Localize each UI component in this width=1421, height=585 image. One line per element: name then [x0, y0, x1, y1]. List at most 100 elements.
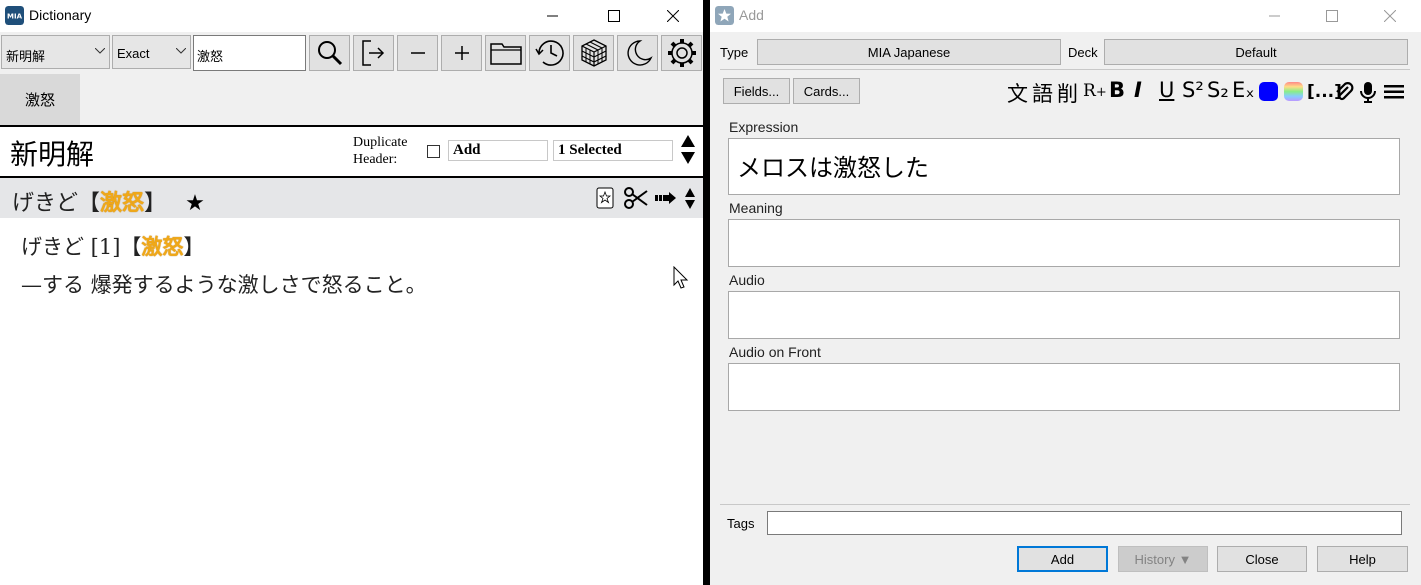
add-field[interactable]: Add	[448, 140, 548, 161]
dictionary-toolbar: 新明解 Exact 激怒	[0, 32, 703, 74]
entry-body-headline: げきど [1]【激怒】	[21, 228, 427, 266]
entry-body: げきど [1]【激怒】 —する 爆発するような激しさで怒ること。	[21, 228, 427, 304]
tool-reading-letter: R	[1083, 81, 1096, 101]
type-label: Type	[720, 45, 749, 60]
collapse-expand-arrows-icon[interactable]	[680, 135, 696, 165]
maximize-button[interactable]	[591, 0, 637, 32]
history-button[interactable]	[529, 35, 570, 71]
add-close-window-button[interactable]	[1367, 0, 1413, 32]
close-icon	[667, 10, 679, 22]
settings-button[interactable]	[661, 35, 702, 71]
dictionary-window: MIA Dictionary 新明解 Exact 激怒 激怒 新明解 Dupli…	[0, 0, 703, 585]
deck-label: Deck	[1068, 45, 1098, 60]
field-audio-on-front[interactable]	[728, 363, 1400, 411]
add-titlebar: Add	[710, 0, 1421, 32]
subscript-button[interactable]: S₂	[1207, 78, 1229, 102]
anki-cube-button[interactable]	[573, 35, 614, 71]
tool-delete[interactable]: 削	[1057, 78, 1078, 108]
bottom-separator	[720, 504, 1410, 505]
search-input-value: 激怒	[197, 50, 224, 65]
dictionary-header: 新明解 Duplicate Header: Add 1 Selected	[0, 125, 703, 178]
zoom-in-button[interactable]	[441, 35, 482, 71]
close-button[interactable]	[650, 0, 696, 32]
favorite-star-icon[interactable]: ★	[185, 191, 205, 216]
field-label-audio: Audio	[729, 272, 765, 288]
search-button[interactable]	[309, 35, 350, 71]
minimize-icon	[547, 15, 558, 17]
field-meaning[interactable]	[728, 219, 1400, 267]
add-window: Add Type MIA Japanese Deck Default Field…	[710, 0, 1421, 585]
window-divider	[703, 0, 710, 585]
close-icon	[1384, 10, 1396, 22]
entry-collapse-arrows-icon[interactable]	[684, 188, 696, 210]
tool-go[interactable]: 語	[1032, 78, 1053, 108]
maximize-icon	[1326, 10, 1338, 22]
tags-label: Tags	[727, 516, 755, 531]
moon-icon	[626, 40, 653, 66]
folder-button[interactable]	[485, 35, 526, 71]
history-dropdown-button[interactable]: History ▼	[1118, 546, 1208, 572]
top-separator	[720, 69, 1410, 70]
add-button[interactable]: Add	[1017, 546, 1108, 572]
clear-format-button[interactable]: Eₓ	[1232, 78, 1255, 102]
add-maximize-button[interactable]	[1309, 0, 1355, 32]
help-button[interactable]: Help	[1317, 546, 1408, 572]
note-type-button[interactable]: MIA Japanese	[757, 39, 1061, 65]
night-mode-button[interactable]	[617, 35, 658, 71]
entry-bracket-close: 】	[144, 191, 167, 216]
match-select-value: Exact	[117, 46, 150, 61]
superscript-button[interactable]: S²	[1182, 78, 1204, 102]
dictionary-titlebar: MIA Dictionary	[0, 0, 703, 32]
tool-bunpou[interactable]: 文	[1007, 78, 1028, 108]
tab-search-term[interactable]: 激怒	[0, 74, 80, 125]
anki-app-icon	[715, 6, 734, 25]
send-arrow-icon[interactable]	[655, 192, 677, 204]
copy-card-icon[interactable]	[596, 187, 614, 209]
menu-hamburger-icon[interactable]	[1384, 84, 1404, 100]
history-clock-icon	[534, 40, 564, 66]
highlight-color-button[interactable]	[1284, 82, 1303, 101]
close-button-add[interactable]: Close	[1217, 546, 1307, 572]
field-label-meaning: Meaning	[729, 200, 783, 216]
text-color-button[interactable]	[1259, 82, 1278, 101]
cube-icon	[580, 39, 607, 67]
add-minimize-button[interactable]	[1252, 0, 1298, 32]
deck-button[interactable]: Default	[1104, 39, 1408, 65]
field-label-expression: Expression	[729, 119, 799, 135]
duplicate-label-line-2: Header:	[353, 152, 398, 167]
entry-reading: げきど	[12, 191, 79, 216]
bold-button[interactable]: B	[1109, 78, 1125, 102]
dictionary-select[interactable]: 新明解	[1, 35, 110, 69]
attach-paperclip-icon[interactable]	[1334, 82, 1354, 102]
field-audio[interactable]	[728, 291, 1400, 339]
dictionary-window-title: Dictionary	[29, 7, 92, 23]
underline-button[interactable]: U	[1159, 78, 1174, 102]
minimize-button[interactable]	[530, 0, 576, 32]
entry-definition: —する 爆発するような激しさで怒ること。	[21, 273, 427, 297]
export-button[interactable]	[353, 35, 394, 71]
italic-button[interactable]: I	[1134, 78, 1142, 102]
entry-header: げきど【激怒】 ★	[0, 178, 703, 218]
field-expression[interactable]: メロスは激怒した	[728, 138, 1400, 195]
chevron-down-icon	[176, 48, 186, 54]
dictionary-tab-bar: 激怒	[0, 74, 703, 125]
zoom-out-button[interactable]	[397, 35, 438, 71]
mia-app-icon: MIA	[5, 6, 24, 25]
match-select[interactable]: Exact	[112, 35, 191, 69]
minimize-icon	[1269, 15, 1280, 17]
tool-reading[interactable]: R+	[1083, 81, 1107, 101]
entry-body-reading: げきど [1]	[21, 235, 121, 259]
entry-bracket-open: 【	[78, 191, 101, 216]
tags-input[interactable]	[767, 511, 1402, 535]
cards-button[interactable]: Cards...	[793, 78, 860, 104]
scissors-icon[interactable]	[624, 187, 648, 209]
fields-button[interactable]: Fields...	[723, 78, 790, 104]
microphone-icon[interactable]	[1360, 81, 1376, 103]
export-icon	[361, 40, 384, 66]
plus-icon	[454, 46, 469, 60]
duplicate-header-checkbox[interactable]	[427, 145, 440, 158]
selected-field[interactable]: 1 Selected	[553, 140, 673, 161]
field-label-audio-on-front: Audio on Front	[729, 344, 821, 360]
search-input[interactable]: 激怒	[193, 35, 306, 71]
add-window-title: Add	[739, 7, 764, 23]
